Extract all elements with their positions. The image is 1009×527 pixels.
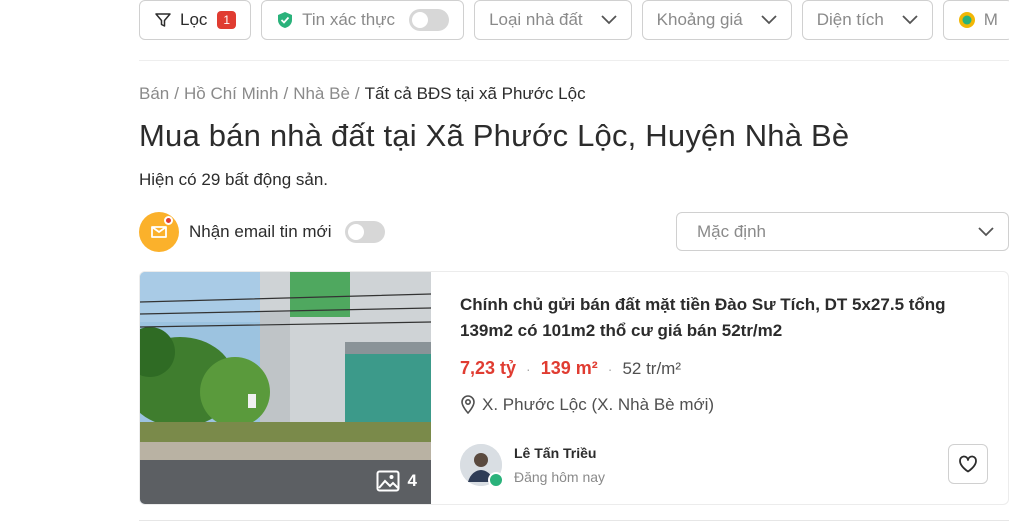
filter-label: Lọc: [180, 10, 208, 29]
price-range-label: Khoảng giá: [656, 10, 743, 29]
email-alert-label: Nhận email tin mới: [189, 222, 332, 241]
photo-count: 4: [376, 470, 417, 492]
more-filter-button[interactable]: M: [942, 0, 1009, 40]
email-alert-row: Nhận email tin mới: [139, 212, 386, 252]
breadcrumb-link-nha-be[interactable]: Nhà Bè: [293, 84, 350, 103]
listing-area: 139 m²: [540, 358, 598, 378]
location-pin-icon: [461, 395, 475, 415]
agent-name[interactable]: Lê Tấn Triều: [514, 445, 605, 461]
breadcrumb-link-ho-chi-minh[interactable]: Hồ Chí Minh: [184, 84, 278, 103]
breadcrumb-link-ban[interactable]: Bán: [139, 84, 169, 103]
area-dropdown[interactable]: Diện tích: [801, 0, 933, 40]
chevron-down-icon: [902, 15, 918, 25]
property-type-dropdown[interactable]: Loại nhà đất: [474, 0, 632, 40]
breadcrumb: Bán / Hồ Chí Minh / Nhà Bè / Tất cả BĐS tại xã…: [139, 84, 586, 103]
page-title: Mua bán nhà đất tại Xã Phước Lộc, Huyện …: [139, 118, 850, 153]
avatar[interactable]: [460, 444, 504, 488]
listing-info: Chính chủ gửi bán đất mặt tiền Đào Sư Tí…: [431, 272, 1008, 504]
listing-price: 7,23 tỷ: [460, 358, 517, 378]
next-listing-card[interactable]: [139, 520, 1009, 527]
funnel-icon: [154, 11, 172, 29]
price-range-dropdown[interactable]: Khoảng giá: [641, 0, 792, 40]
listing-card[interactable]: 4 Chính chủ gửi bán đất mặt tiền Đào Sư …: [139, 271, 1009, 505]
badge-icon: [958, 11, 976, 29]
area-label: Diện tích: [816, 10, 884, 29]
listing-location: X. Phước Lộc (X. Nhà Bè mới): [460, 395, 988, 415]
listing-photo[interactable]: 4: [140, 272, 431, 504]
sort-selected-value: Mặc định: [697, 221, 766, 241]
filter-button[interactable]: Lọc 1: [139, 0, 252, 40]
favorite-button[interactable]: [948, 444, 988, 484]
sort-select[interactable]: Mặc định: [676, 212, 1009, 251]
verified-shield-icon: [276, 11, 294, 29]
listing-price-per-m2: 52 tr/m²: [622, 358, 681, 378]
divider: [139, 60, 1009, 61]
breadcrumb-current: Tất cả BĐS tại xã Phước Lộc: [364, 84, 586, 103]
more-filter-label: M: [983, 10, 998, 29]
result-count: Hiện có 29 bất động sản.: [139, 170, 329, 189]
verified-toggle[interactable]: [409, 9, 450, 31]
verified-badge-icon: [488, 472, 504, 488]
agent-info[interactable]: Lê Tấn Triều Đăng hôm nay: [460, 444, 606, 488]
verified-toggle-button[interactable]: Tin xác thực: [261, 0, 465, 40]
verified-label: Tin xác thực: [302, 10, 396, 29]
filter-count-badge: 1: [217, 11, 237, 29]
chevron-down-icon: [978, 222, 994, 242]
heart-icon: [959, 455, 977, 473]
email-bell-icon: [139, 212, 179, 252]
chevron-down-icon: [761, 15, 777, 25]
email-alert-toggle[interactable]: [345, 221, 386, 243]
listing-meta: 7,23 tỷ · 139 m² · 52 tr/m²: [460, 358, 681, 378]
image-icon: [376, 470, 400, 492]
posted-time: Đăng hôm nay: [514, 469, 606, 485]
chevron-down-icon: [601, 15, 617, 25]
listing-title[interactable]: Chính chủ gửi bán đất mặt tiền Đào Sư Tí…: [460, 292, 970, 344]
filter-bar: Lọc 1 Tin xác thực Loại nhà đất Khoảng g…: [139, 0, 1009, 40]
property-type-label: Loại nhà đất: [489, 10, 583, 29]
